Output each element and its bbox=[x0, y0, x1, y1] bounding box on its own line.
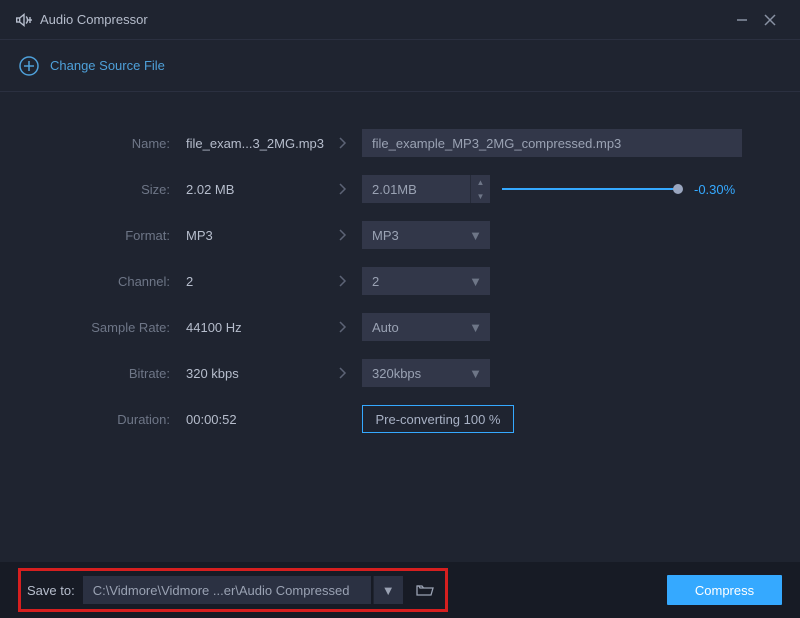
row-name: Name: file_exam...3_2MG.mp3 bbox=[26, 120, 774, 166]
save-to-group: Save to: C:\Vidmore\Vidmore ...er\Audio … bbox=[18, 568, 448, 612]
value-duration: 00:00:52 bbox=[176, 412, 322, 427]
slider-thumb[interactable] bbox=[673, 184, 683, 194]
minimize-button[interactable] bbox=[728, 6, 756, 34]
value-sample-rate: 44100 Hz bbox=[176, 320, 322, 335]
save-path-value: C:\Vidmore\Vidmore ...er\Audio Compresse… bbox=[93, 583, 350, 598]
progress-indicator: Pre-converting 100 % bbox=[362, 405, 514, 433]
chevron-right-icon bbox=[322, 182, 362, 196]
label-format: Format: bbox=[26, 228, 176, 243]
chevron-right-icon bbox=[322, 228, 362, 242]
close-button[interactable] bbox=[756, 6, 784, 34]
row-sample-rate: Sample Rate: 44100 Hz Auto ▼ bbox=[26, 304, 774, 350]
caret-down-icon: ▼ bbox=[469, 228, 482, 243]
save-path-box[interactable]: C:\Vidmore\Vidmore ...er\Audio Compresse… bbox=[83, 576, 371, 604]
progress-text: Pre-converting 100 % bbox=[375, 412, 500, 427]
caret-down-icon: ▼ bbox=[382, 583, 395, 598]
app-icon bbox=[16, 13, 32, 27]
label-name: Name: bbox=[26, 136, 176, 151]
size-spinner[interactable]: 2.01MB ▲ ▼ bbox=[362, 175, 490, 203]
label-duration: Duration: bbox=[26, 412, 176, 427]
channel-select[interactable]: 2 ▼ bbox=[362, 267, 490, 295]
label-sample-rate: Sample Rate: bbox=[26, 320, 176, 335]
label-size: Size: bbox=[26, 182, 176, 197]
add-icon bbox=[18, 55, 40, 77]
caret-down-icon: ▼ bbox=[469, 366, 482, 381]
footer: Save to: C:\Vidmore\Vidmore ...er\Audio … bbox=[0, 562, 800, 618]
chevron-right-icon bbox=[322, 320, 362, 334]
size-slider[interactable] bbox=[502, 182, 682, 196]
open-folder-button[interactable] bbox=[411, 576, 439, 604]
save-to-label: Save to: bbox=[27, 583, 75, 598]
compress-button[interactable]: Compress bbox=[667, 575, 782, 605]
value-format: MP3 bbox=[176, 228, 322, 243]
spinner-down[interactable]: ▼ bbox=[471, 189, 490, 203]
value-channel: 2 bbox=[176, 274, 322, 289]
value-bitrate: 320 kbps bbox=[176, 366, 322, 381]
format-select-value: MP3 bbox=[372, 228, 399, 243]
row-size: Size: 2.02 MB 2.01MB ▲ ▼ -0.30% bbox=[26, 166, 774, 212]
label-bitrate: Bitrate: bbox=[26, 366, 176, 381]
value-size: 2.02 MB bbox=[176, 182, 322, 197]
spinner-up[interactable]: ▲ bbox=[471, 175, 490, 189]
bitrate-select-value: 320kbps bbox=[372, 366, 421, 381]
size-spinner-value: 2.01MB bbox=[362, 182, 470, 197]
channel-select-value: 2 bbox=[372, 274, 379, 289]
row-format: Format: MP3 MP3 ▼ bbox=[26, 212, 774, 258]
change-source-row[interactable]: Change Source File bbox=[0, 40, 800, 92]
format-select[interactable]: MP3 ▼ bbox=[362, 221, 490, 249]
form: Name: file_exam...3_2MG.mp3 Size: 2.02 M… bbox=[0, 92, 800, 442]
bitrate-select[interactable]: 320kbps ▼ bbox=[362, 359, 490, 387]
value-name: file_exam...3_2MG.mp3 bbox=[176, 136, 322, 151]
app-title: Audio Compressor bbox=[40, 12, 148, 27]
size-delta: -0.30% bbox=[694, 182, 746, 197]
change-source-label: Change Source File bbox=[50, 58, 165, 73]
caret-down-icon: ▼ bbox=[469, 274, 482, 289]
titlebar: Audio Compressor bbox=[0, 0, 800, 40]
label-channel: Channel: bbox=[26, 274, 176, 289]
row-duration: Duration: 00:00:52 Pre-converting 100 % bbox=[26, 396, 774, 442]
row-bitrate: Bitrate: 320 kbps 320kbps ▼ bbox=[26, 350, 774, 396]
output-name-input[interactable] bbox=[362, 129, 742, 157]
chevron-right-icon bbox=[322, 274, 362, 288]
sample-rate-select-value: Auto bbox=[372, 320, 399, 335]
chevron-right-icon bbox=[322, 136, 362, 150]
caret-down-icon: ▼ bbox=[469, 320, 482, 335]
folder-icon bbox=[416, 583, 434, 597]
chevron-right-icon bbox=[322, 366, 362, 380]
save-path-dropdown[interactable]: ▼ bbox=[373, 576, 403, 604]
sample-rate-select[interactable]: Auto ▼ bbox=[362, 313, 490, 341]
row-channel: Channel: 2 2 ▼ bbox=[26, 258, 774, 304]
